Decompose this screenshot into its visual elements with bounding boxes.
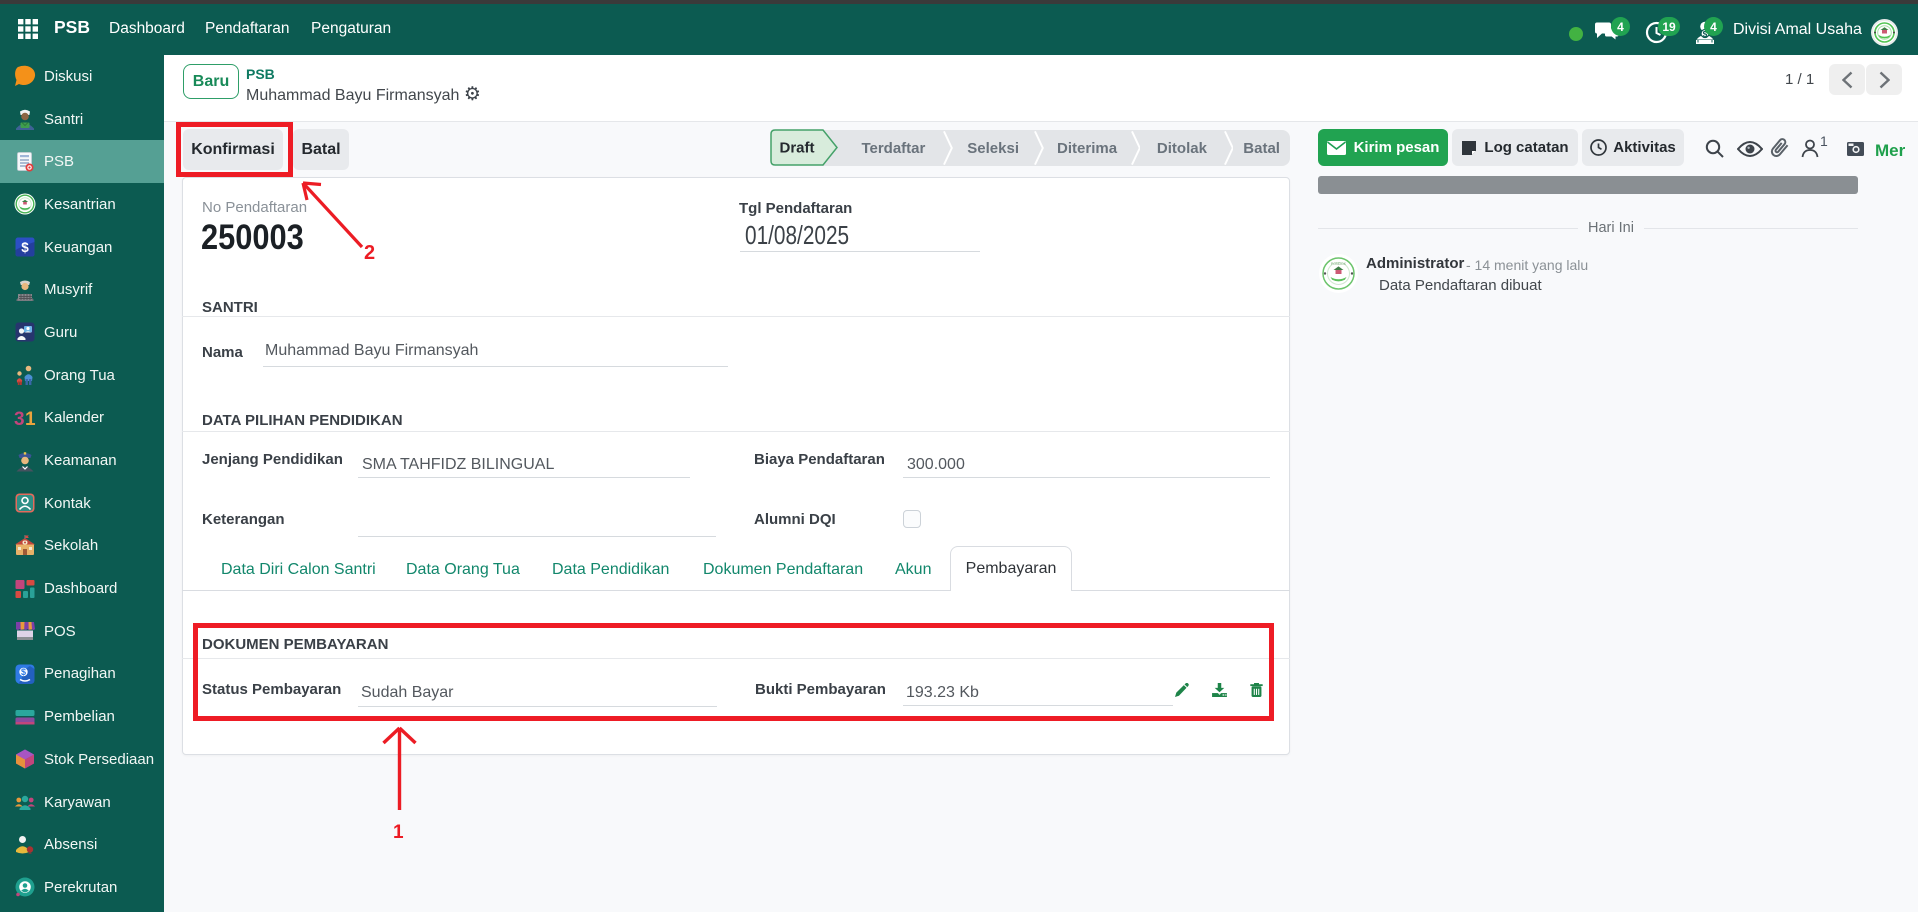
svg-text:PONDOK: PONDOK	[1331, 262, 1347, 266]
svg-text:Draft: Draft	[779, 140, 814, 157]
svg-text:$: $	[21, 667, 26, 677]
svg-text:3: 3	[14, 409, 25, 429]
svg-text:1: 1	[25, 409, 36, 429]
svg-text:2: 2	[364, 242, 375, 263]
svg-text:$: $	[21, 240, 29, 255]
svg-text:1: 1	[393, 822, 404, 843]
